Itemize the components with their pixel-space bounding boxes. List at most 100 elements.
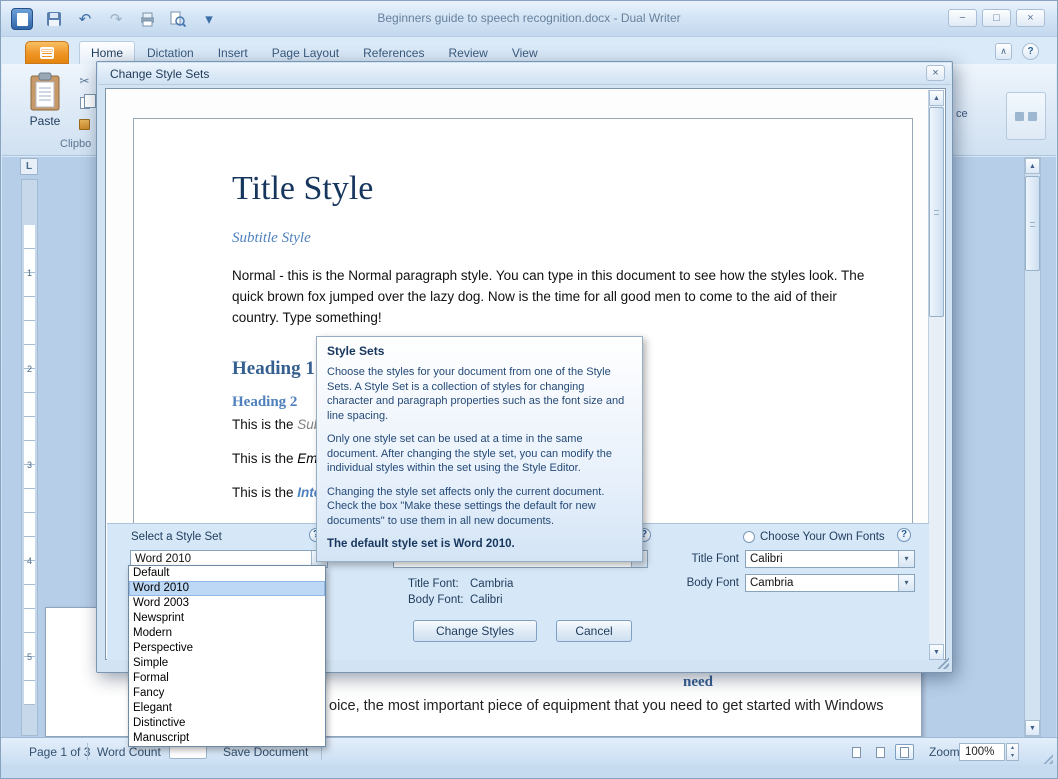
change-styles-button[interactable]: Change Styles	[413, 620, 537, 642]
own-body-font-value: Cambria	[750, 577, 896, 589]
ribbon-tools: ∧ ?	[995, 43, 1039, 60]
copy-icon	[80, 97, 90, 109]
cut-button[interactable]: ✂	[76, 72, 93, 89]
document-text-fragment: oice, the most important piece of equipm…	[329, 698, 884, 714]
style-set-option[interactable]: Simple	[129, 656, 325, 671]
paste-button[interactable]: Paste	[18, 68, 72, 140]
style-set-option[interactable]: Fancy	[129, 686, 325, 701]
tooltip-paragraph: Choose the styles for your document from…	[327, 365, 632, 423]
application-window: ↶ ↷ ▾ Beginners guide to speech recognit…	[0, 0, 1058, 779]
format-painter-icon	[79, 119, 90, 130]
scroll-up-icon[interactable]: ▲	[1025, 158, 1040, 174]
chevron-down-icon[interactable]: ▾	[898, 551, 914, 567]
style-set-option[interactable]: Default	[129, 566, 325, 581]
ruler-number: 4	[22, 513, 37, 609]
minimize-ribbon-icon[interactable]: ∧	[995, 43, 1012, 60]
scroll-up-icon[interactable]: ▲	[929, 90, 944, 106]
cancel-button[interactable]: Cancel	[556, 620, 632, 642]
style-set-option[interactable]: Distinctive	[129, 716, 325, 731]
clipboard-group-label: Clipbo	[60, 138, 91, 150]
print-layout-icon	[900, 747, 909, 758]
dialog-close-button[interactable]: ×	[926, 65, 945, 81]
redo-icon: ↷	[110, 10, 123, 28]
view-mode-web-button[interactable]	[871, 744, 890, 760]
view-mode-print-layout-button[interactable]	[895, 744, 914, 760]
style-set-dropdown-list: DefaultWord 2010Word 2003NewsprintModern…	[128, 565, 326, 747]
zoom-up-icon: ▴	[1011, 745, 1014, 751]
page-indicator[interactable]: Page 1 of 3	[29, 745, 90, 759]
web-view-icon	[876, 747, 885, 758]
scrollbar-thumb[interactable]	[929, 107, 944, 317]
tab-stop-selector[interactable]: L	[20, 158, 38, 175]
redo-button[interactable]: ↷	[106, 9, 126, 29]
preview-title-style: Title Style	[232, 169, 876, 209]
ribbon-group-fragment: ce	[956, 108, 968, 120]
statusbar-divider	[87, 743, 88, 760]
word-count-button[interactable]: Word Count	[97, 745, 161, 759]
window-titlebar[interactable]: ↶ ↷ ▾ Beginners guide to speech recognit…	[1, 1, 1057, 37]
zoom-spinner[interactable]: ▴ ▾	[1006, 743, 1019, 761]
file-menu-button[interactable]	[25, 41, 69, 64]
maximize-button[interactable]: □	[982, 9, 1011, 27]
font-set-body-font-label: Body Font:	[408, 594, 464, 606]
cut-icon: ✂	[79, 74, 89, 88]
own-fonts-help-button[interactable]: ?	[897, 528, 911, 542]
style-set-option[interactable]: Elegant	[129, 701, 325, 716]
document-scrollbar[interactable]: ▲ ▼	[1024, 157, 1041, 737]
ruler-number: 1	[22, 225, 37, 321]
print-button[interactable]	[137, 9, 157, 29]
zoom-label: Zoom	[929, 745, 960, 759]
print-preview-button[interactable]	[168, 9, 188, 29]
save-button[interactable]	[44, 9, 64, 29]
style-sets-tooltip: Style Sets Choose the styles for your do…	[316, 336, 643, 562]
ruler-number: 2	[22, 321, 37, 417]
scroll-down-icon[interactable]: ▼	[929, 644, 944, 660]
dialog-titlebar[interactable]: Change Style Sets	[98, 63, 951, 85]
format-painter-button[interactable]	[76, 116, 93, 133]
style-set-option[interactable]: Manuscript	[129, 731, 325, 746]
save-document-button[interactable]: Save Document	[223, 745, 308, 759]
ribbon-partial-group	[1006, 92, 1046, 140]
zoom-value[interactable]: 100%	[959, 743, 1005, 761]
paste-label: Paste	[30, 114, 61, 128]
own-body-font-label: Body Font	[667, 577, 739, 589]
style-set-option[interactable]: Formal	[129, 671, 325, 686]
chevron-down-icon[interactable]: ▾	[898, 575, 914, 591]
own-title-font-value: Calibri	[750, 553, 896, 565]
ruler-number: 3	[22, 417, 37, 513]
own-title-font-combobox[interactable]: Calibri ▾	[745, 550, 915, 568]
preview-subtitle-style: Subtitle Style	[232, 229, 876, 247]
document-heading-fragment: need	[683, 674, 713, 691]
style-set-option[interactable]: Word 2010	[129, 581, 325, 596]
preview-normal-paragraph: Normal - this is the Normal paragraph st…	[232, 265, 876, 328]
style-set-option[interactable]: Perspective	[129, 641, 325, 656]
style-set-option[interactable]: Newsprint	[129, 611, 325, 626]
app-icon[interactable]	[11, 8, 33, 30]
file-icon	[40, 47, 54, 59]
font-set-title-font-label: Title Font:	[408, 578, 459, 590]
close-button[interactable]: ×	[1016, 9, 1045, 27]
own-fonts-radio[interactable]	[743, 531, 755, 543]
window-resize-grip[interactable]	[1041, 752, 1053, 764]
font-set-title-font-value: Cambria	[470, 578, 513, 590]
undo-icon: ↶	[79, 10, 92, 28]
own-body-font-combobox[interactable]: Cambria ▾	[745, 574, 915, 592]
undo-button[interactable]: ↶	[75, 9, 95, 29]
minimize-button[interactable]: −	[948, 9, 977, 27]
dialog-scrollbar[interactable]: ▲ ▼	[928, 90, 944, 660]
window-title: Beginners guide to speech recognition.do…	[201, 11, 857, 25]
magnifier-icon	[170, 11, 186, 27]
tooltip-paragraph: Only one style set can be used at a time…	[327, 432, 632, 476]
ruler-number: 5	[22, 609, 37, 705]
draft-view-icon	[852, 747, 861, 758]
print-icon	[139, 12, 156, 27]
view-mode-draft-button[interactable]	[847, 744, 866, 760]
own-title-font-label: Title Font	[667, 553, 739, 565]
vertical-ruler[interactable]: 12345	[21, 179, 38, 736]
style-set-option[interactable]: Word 2003	[129, 596, 325, 611]
scrollbar-thumb[interactable]	[1025, 176, 1040, 271]
style-set-option[interactable]: Modern	[129, 626, 325, 641]
help-icon[interactable]: ?	[1022, 43, 1039, 60]
copy-button[interactable]	[76, 94, 93, 111]
scroll-down-icon[interactable]: ▼	[1025, 720, 1040, 736]
